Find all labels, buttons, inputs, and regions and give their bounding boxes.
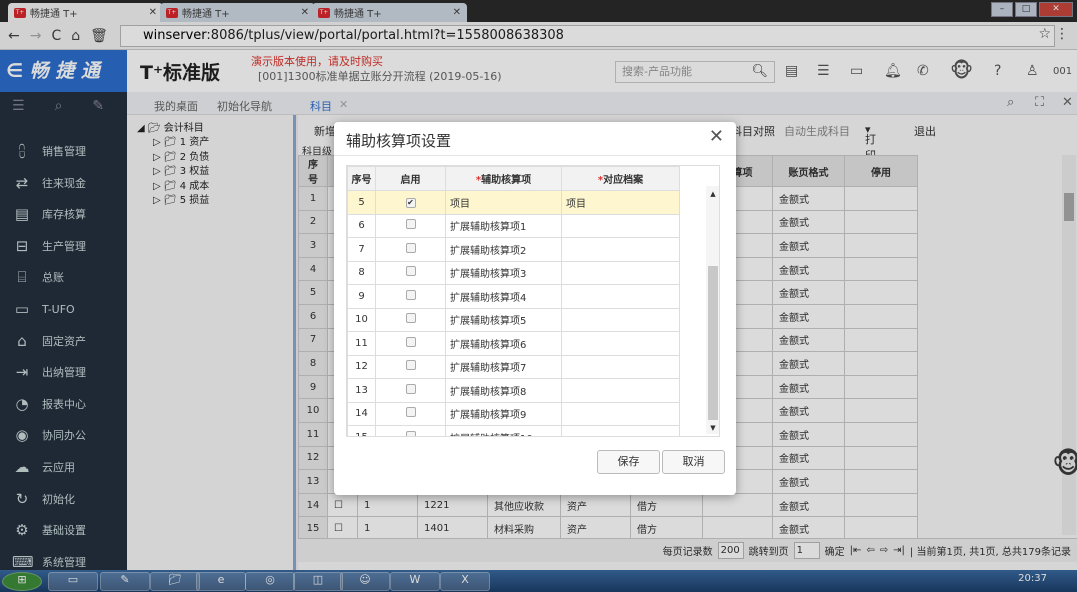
scroll-down-icon[interactable]: ▼ [706, 424, 719, 432]
row-number: 10 [347, 307, 376, 332]
scroll-thumb[interactable] [708, 266, 718, 420]
row-number: 6 [347, 213, 376, 238]
row-number: 12 [347, 354, 376, 379]
archive-cell[interactable] [561, 284, 680, 309]
archive-cell[interactable] [561, 331, 680, 356]
close-icon[interactable]: ✕ [709, 126, 724, 147]
archive-cell[interactable] [561, 378, 680, 403]
enabled-checkbox[interactable] [405, 219, 416, 230]
archive-cell[interactable] [561, 260, 680, 285]
dialog-title: 辅助核算项设置 [346, 132, 452, 150]
archive-cell[interactable] [561, 425, 680, 436]
aux-item-name[interactable]: 扩展辅助核算项7 [445, 354, 562, 379]
aux-item-name[interactable]: 扩展辅助核算项8 [445, 378, 562, 403]
aux-item-name[interactable]: 扩展辅助核算项3 [445, 260, 562, 285]
aux-item-row[interactable]: 15 扩展辅助核算项10 [347, 425, 680, 436]
archive-cell[interactable] [561, 237, 680, 262]
row-number: 14 [347, 401, 376, 426]
enabled-checkbox[interactable] [405, 242, 416, 253]
archive-cell[interactable] [561, 401, 680, 426]
aux-item-name[interactable]: 扩展辅助核算项10 [445, 425, 562, 436]
row-number: 13 [347, 378, 376, 403]
row-number: 8 [347, 260, 376, 285]
aux-item-row[interactable]: 5 ✔ 项目 项目 [347, 190, 680, 215]
row-number: 15 [347, 425, 376, 436]
enabled-checkbox[interactable] [405, 336, 416, 347]
aux-item-row[interactable]: 14 扩展辅助核算项9 [347, 401, 680, 426]
enabled-cell [375, 307, 446, 332]
cancel-button[interactable]: 取消 [662, 450, 725, 474]
enabled-cell: ✔ [375, 190, 446, 215]
divider [334, 155, 736, 156]
aux-accounting-dialog: 辅助核算项设置 ✕ 序号 启用 *辅助核算项 *对应档案 5 ✔ 项目 项目 6 扩展辅助… [334, 122, 736, 495]
enabled-checkbox[interactable] [405, 360, 416, 371]
aux-item-name[interactable]: 扩展辅助核算项9 [445, 401, 562, 426]
enabled-checkbox[interactable]: ✔ [405, 197, 416, 208]
aux-item-row[interactable]: 9 扩展辅助核算项4 [347, 284, 680, 309]
col-item-label: 辅助核算项 [481, 175, 532, 186]
enabled-checkbox[interactable] [405, 313, 416, 324]
col-item: *辅助核算项 [445, 166, 562, 191]
row-number: 7 [347, 237, 376, 262]
aux-item-grid: 序号 启用 *辅助核算项 *对应档案 5 ✔ 项目 项目 6 扩展辅助核算项1 7 扩展辅助核… [346, 165, 720, 437]
aux-item-name[interactable]: 扩展辅助核算项4 [445, 284, 562, 309]
enabled-checkbox[interactable] [405, 430, 416, 436]
aux-item-name[interactable]: 扩展辅助核算项5 [445, 307, 562, 332]
aux-item-name[interactable]: 扩展辅助核算项1 [445, 213, 562, 238]
enabled-cell [375, 378, 446, 403]
aux-item-row[interactable]: 11 扩展辅助核算项6 [347, 331, 680, 356]
dialog-scrollbar[interactable]: ▲ ▼ [706, 186, 719, 434]
enabled-cell [375, 284, 446, 309]
aux-item-name[interactable]: 扩展辅助核算项2 [445, 237, 562, 262]
col-archive-label: 对应档案 [603, 175, 644, 186]
save-button[interactable]: 保存 [597, 450, 660, 474]
aux-item-row[interactable]: 12 扩展辅助核算项7 [347, 354, 680, 379]
enabled-cell [375, 401, 446, 426]
aux-item-row[interactable]: 10 扩展辅助核算项5 [347, 307, 680, 332]
archive-cell[interactable]: 项目 [561, 190, 680, 215]
enabled-cell [375, 331, 446, 356]
enabled-cell [375, 260, 446, 285]
aux-item-name[interactable]: 扩展辅助核算项6 [445, 331, 562, 356]
aux-item-name[interactable]: 项目 [445, 190, 562, 215]
archive-cell[interactable] [561, 213, 680, 238]
col-enabled: 启用 [375, 166, 446, 191]
archive-cell[interactable] [561, 307, 680, 332]
archive-cell[interactable] [561, 354, 680, 379]
col-archive: *对应档案 [561, 166, 680, 191]
enabled-checkbox[interactable] [405, 289, 416, 300]
row-number: 11 [347, 331, 376, 356]
enabled-checkbox[interactable] [405, 266, 416, 277]
row-number: 9 [347, 284, 376, 309]
enabled-cell [375, 237, 446, 262]
enabled-checkbox[interactable] [405, 407, 416, 418]
enabled-cell [375, 425, 446, 436]
aux-item-row[interactable]: 13 扩展辅助核算项8 [347, 378, 680, 403]
col-no: 序号 [347, 166, 376, 191]
enabled-cell [375, 213, 446, 238]
aux-item-row[interactable]: 8 扩展辅助核算项3 [347, 260, 680, 285]
monkey-assistant-icon[interactable]: 🐵 [1052, 447, 1077, 480]
aux-item-row[interactable]: 6 扩展辅助核算项1 [347, 213, 680, 238]
scroll-up-icon[interactable]: ▲ [706, 190, 719, 198]
aux-item-row[interactable]: 7 扩展辅助核算项2 [347, 237, 680, 262]
row-number: 5 [347, 190, 376, 215]
enabled-checkbox[interactable] [405, 383, 416, 394]
enabled-cell [375, 354, 446, 379]
